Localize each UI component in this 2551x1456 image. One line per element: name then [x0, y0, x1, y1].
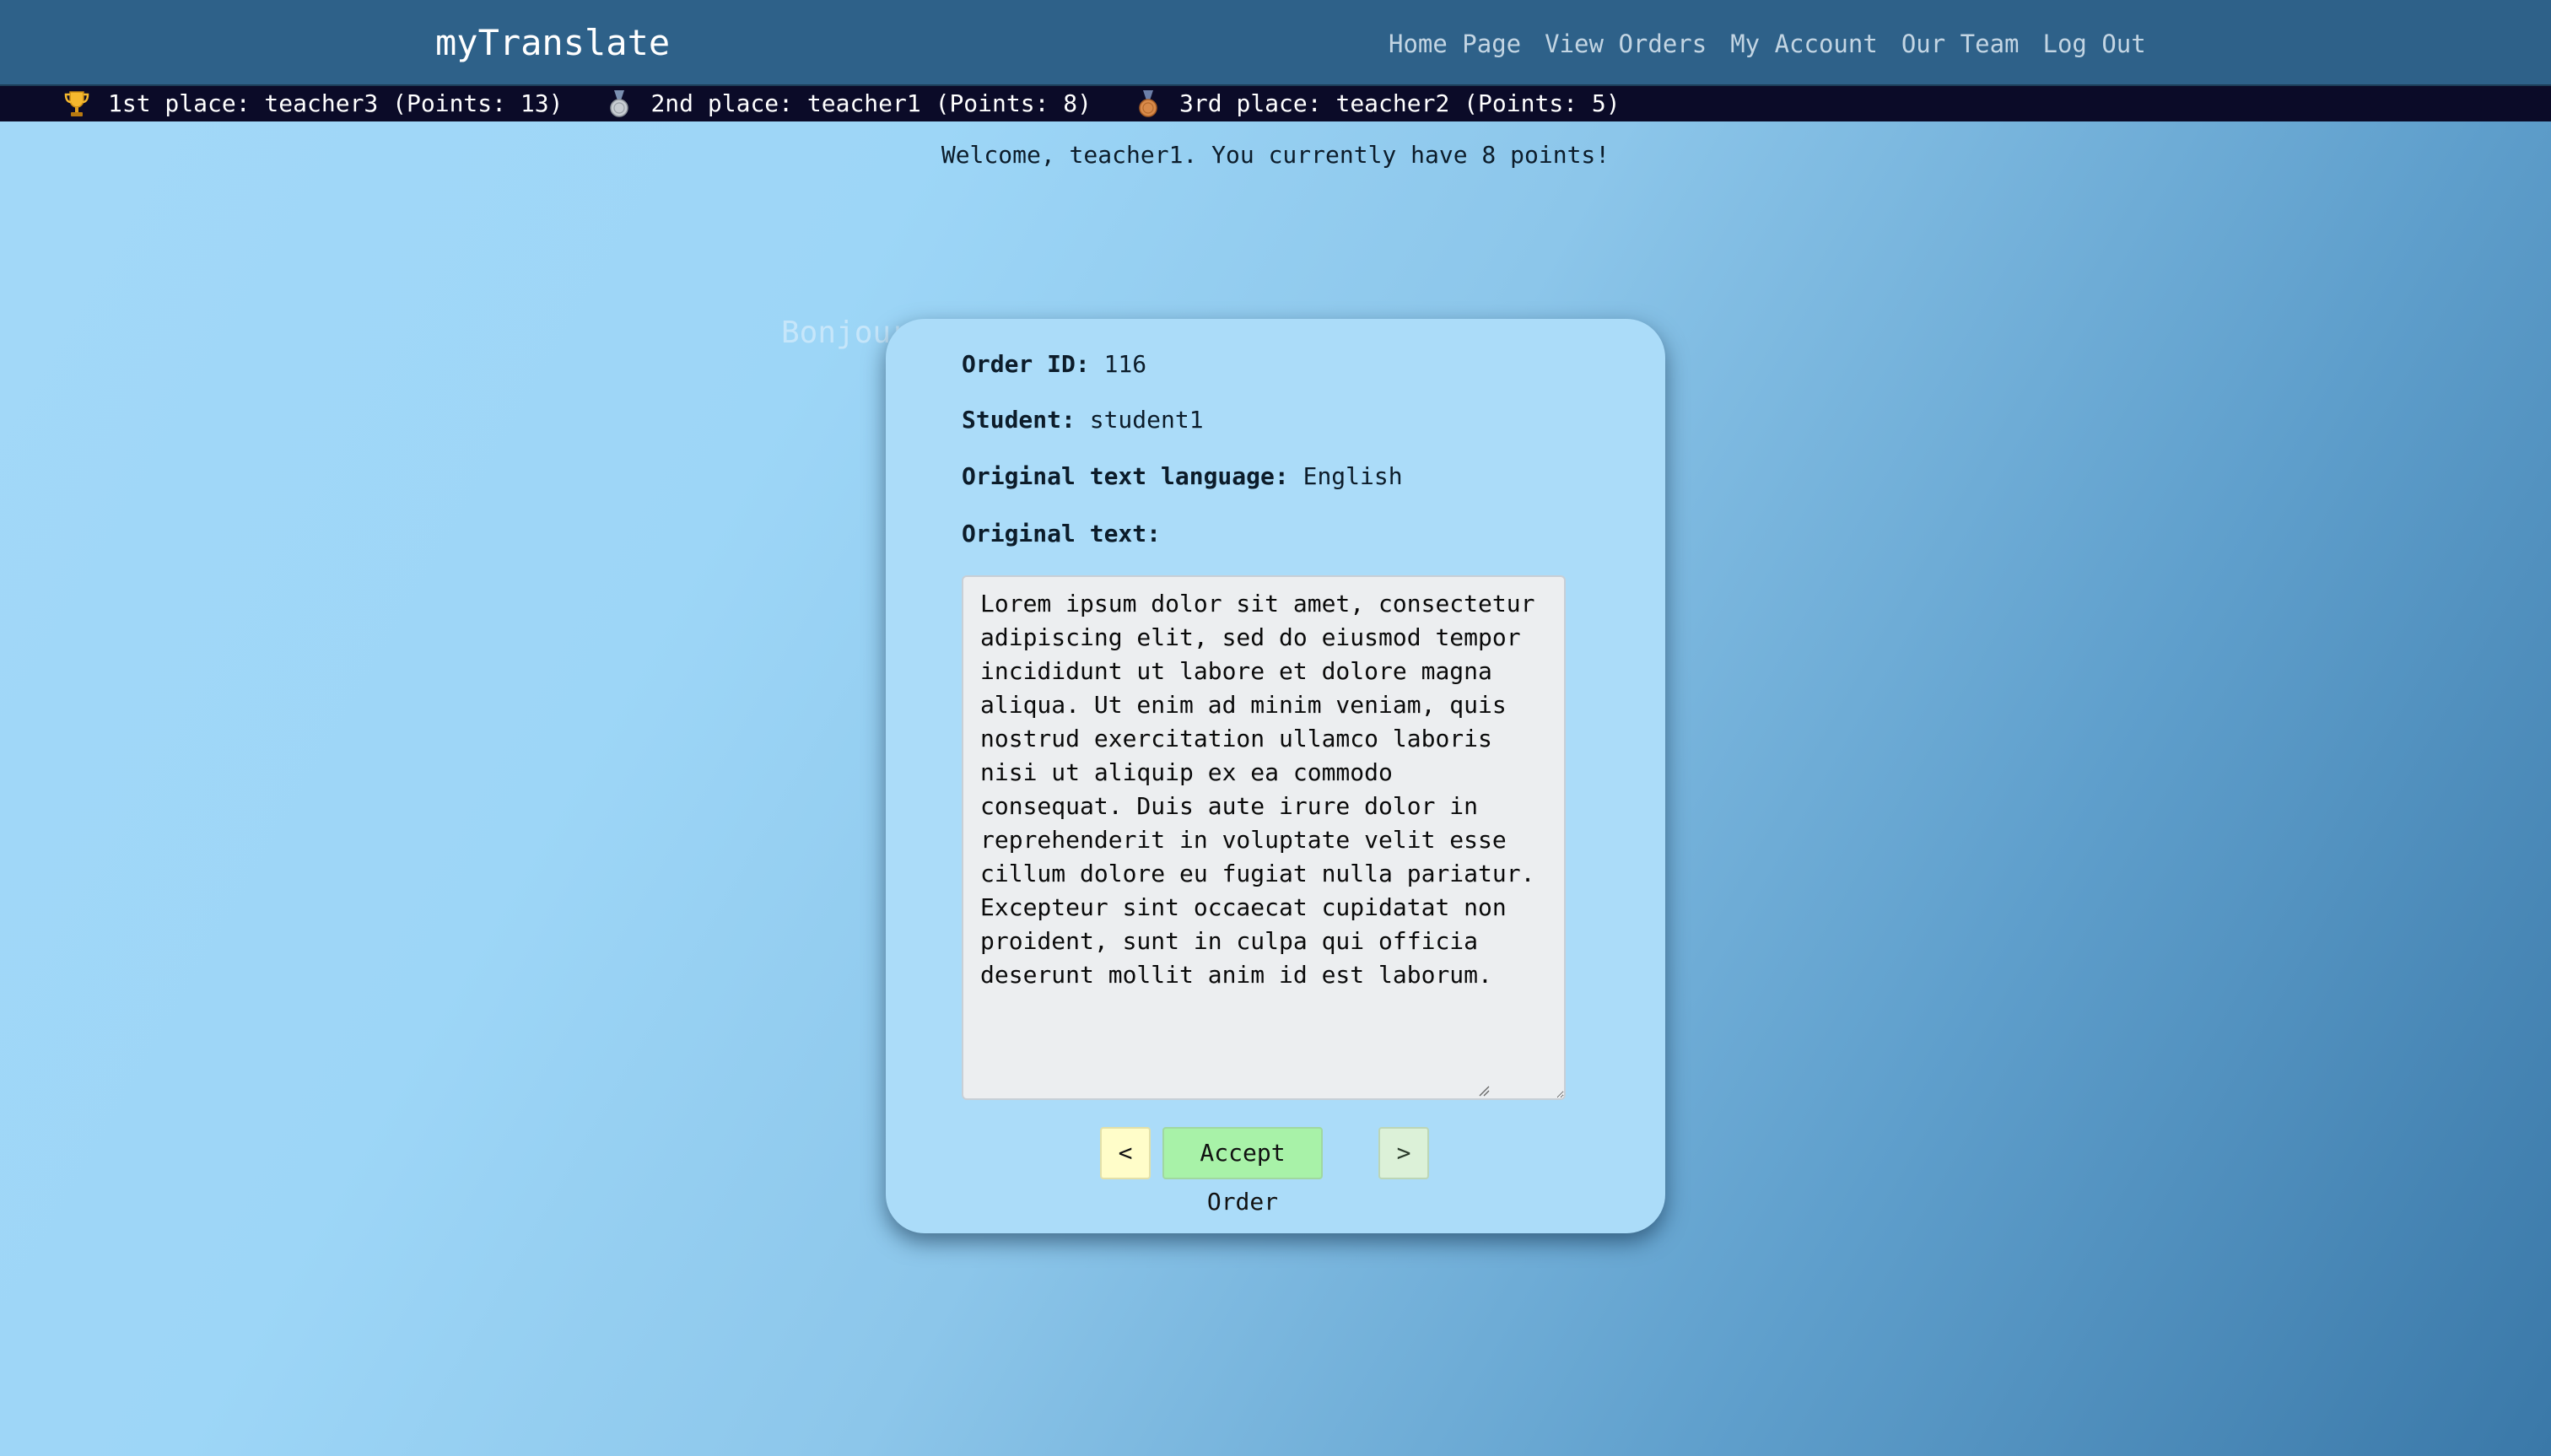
nav-link-our-team[interactable]: Our Team [1901, 25, 2020, 62]
leaderboard-first-text: 1st place: teacher3 (Points: 13) [108, 89, 564, 117]
welcome-message: Welcome, teacher1. You currently have 8 … [941, 141, 1610, 169]
leaderboard-bar: 1st place: teacher3 (Points: 13) 2nd pla… [0, 86, 2551, 121]
language-field: Original text language: English [962, 460, 1403, 493]
student-value: student1 [1089, 406, 1204, 434]
order-id-label: Order ID: [962, 350, 1090, 378]
trophy-icon [64, 89, 89, 118]
nav-link-my-account[interactable]: My Account [1730, 25, 1878, 62]
bronze-medal-icon [1135, 89, 1161, 118]
student-field: Student: student1 [962, 403, 1204, 437]
language-label: Original text language: [962, 462, 1289, 490]
nav-link-view-orders[interactable]: View Orders [1545, 25, 1707, 62]
nav-link-home-page[interactable]: Home Page [1389, 25, 1521, 62]
language-value: English [1302, 462, 1403, 490]
original-text-area[interactable]: Lorem ipsum dolor sit amet, consectetur … [962, 575, 1566, 1100]
order-card: Order ID: 116 Student: student1 Original… [886, 319, 1665, 1233]
leaderboard-second-place: 2nd place: teacher1 (Points: 8) [607, 87, 1092, 121]
brand-logo[interactable]: myTranslate [435, 20, 670, 66]
silver-medal-icon [607, 89, 632, 118]
student-label: Student: [962, 406, 1076, 434]
leaderboard-third-place: 3rd place: teacher2 (Points: 5) [1135, 87, 1621, 121]
leaderboard-first-place: 1st place: teacher3 (Points: 13) [64, 87, 563, 121]
resize-handle-icon[interactable] [1478, 1085, 1490, 1097]
next-order-button[interactable]: > [1378, 1127, 1429, 1179]
previous-order-button[interactable]: < [1100, 1127, 1151, 1179]
leaderboard-third-text: 3rd place: teacher2 (Points: 5) [1179, 89, 1621, 117]
original-text-field: Original text: [962, 517, 1161, 551]
original-text-label: Original text: [962, 520, 1162, 547]
leaderboard-second-text: 2nd place: teacher1 (Points: 8) [650, 89, 1092, 117]
nav-links: Home Page View Orders My Account Our Tea… [1389, 25, 2146, 62]
nav-link-log-out[interactable]: Log Out [2043, 25, 2146, 62]
accept-order-button[interactable]: Accept Order [1162, 1127, 1323, 1216]
order-id-field: Order ID: 116 [962, 348, 1146, 381]
navbar: myTranslate Home Page View Orders My Acc… [0, 0, 2551, 86]
order-id-value: 116 [1103, 350, 1147, 378]
